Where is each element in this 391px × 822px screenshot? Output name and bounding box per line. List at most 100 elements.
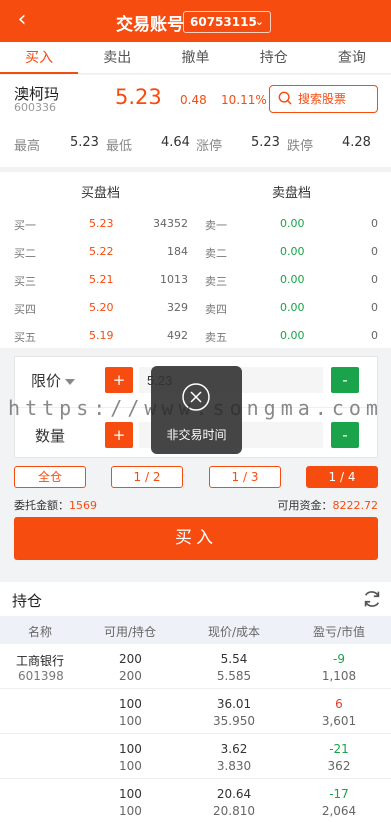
holding-available: 100 xyxy=(119,787,142,801)
tab-query[interactable]: 查询 xyxy=(313,42,391,73)
available-funds: 可用资金：8222.72 xyxy=(278,497,379,513)
holding-code: 601398 xyxy=(18,669,64,683)
holding-row[interactable]: 100 100 20.64 20.810 -17 2,064 xyxy=(0,779,391,822)
amount-row: 委托金额：1569 可用资金：8222.72 xyxy=(14,497,378,513)
buy-level-label: 买二 xyxy=(14,247,36,260)
buy-level-label: 买五 xyxy=(14,331,36,344)
price-minus-button[interactable]: - xyxy=(331,367,359,393)
sell-level-label: 卖五 xyxy=(205,331,227,344)
price-type-label: 限价 xyxy=(31,372,62,390)
buy-volume: 492 xyxy=(167,329,188,342)
holding-value: 362 xyxy=(327,759,351,773)
back-chevron-icon[interactable]: ‹ xyxy=(10,8,34,32)
buy-volume: 34352 xyxy=(153,217,188,230)
holding-cost: 5.585 xyxy=(216,669,252,683)
ratio-half-button[interactable]: 1 / 2 xyxy=(111,466,183,488)
page-title: 交易账号 xyxy=(116,15,184,35)
holding-cost: 20.810 xyxy=(213,804,255,818)
order-book-row[interactable]: 买四 5.20 329 卖四 0.00 0 xyxy=(0,301,391,321)
tab-positions[interactable]: 持仓 xyxy=(235,42,313,73)
buy-volume: 1013 xyxy=(160,273,188,286)
buy-submit-button[interactable]: 买入 xyxy=(14,517,378,560)
ratio-full-button[interactable]: 全仓 xyxy=(14,466,86,488)
ratio-quarter-button[interactable]: 1 / 4 xyxy=(306,466,378,488)
tab-sell[interactable]: 卖出 xyxy=(78,42,156,73)
search-icon xyxy=(278,91,292,105)
sell-price: 0.00 xyxy=(280,245,305,258)
tab-cancel[interactable]: 撤单 xyxy=(156,42,234,73)
buy-level-label: 买一 xyxy=(14,219,36,232)
holding-pnl: -21 xyxy=(329,742,349,756)
holding-name: 工商银行 xyxy=(16,654,65,668)
quantity-label: 数量 xyxy=(35,427,66,445)
order-book: 买盘档 卖盘档 买一 5.23 34352 卖一 0.00 0 买二 5.22 … xyxy=(0,172,391,348)
quantity-plus-button[interactable]: + xyxy=(105,422,133,448)
sell-volume: 0 xyxy=(371,301,378,314)
price-plus-button[interactable]: + xyxy=(105,367,133,393)
buy-price: 5.21 xyxy=(89,273,114,286)
sell-level-label: 卖二 xyxy=(205,247,227,260)
holdings-title: 持仓 xyxy=(12,592,43,610)
toast-message: 非交易时间 xyxy=(166,428,227,442)
col-name: 名称 xyxy=(28,625,53,639)
order-book-row[interactable]: 买三 5.21 1013 卖三 0.00 0 xyxy=(0,273,391,293)
holding-cost: 35.950 xyxy=(213,714,255,728)
holdings-header: 持仓 xyxy=(0,582,391,616)
holdings-list: 工商银行 601398 200 200 5.54 5.585 -9 1,108 … xyxy=(0,644,391,822)
holding-row[interactable]: 100 100 36.01 35.950 6 3,601 xyxy=(0,689,391,734)
trading-app: ‹ 交易账号 60753115 ⌄ 买入 卖出 撤单 持仓 查询 澳柯玛 600… xyxy=(0,0,391,822)
col-pnl-value: 盈亏/市值 xyxy=(313,625,366,639)
holding-available: 100 xyxy=(119,742,142,756)
caret-down-icon xyxy=(65,378,76,385)
account-select[interactable]: 60753115 ⌄ xyxy=(183,11,271,33)
sell-price: 0.00 xyxy=(280,273,305,286)
buy-price: 5.20 xyxy=(89,301,114,314)
stock-price: 5.23 xyxy=(115,85,162,109)
holding-available: 100 xyxy=(119,697,142,711)
order-book-row[interactable]: 买二 5.22 184 卖二 0.00 0 xyxy=(0,245,391,265)
entrust-amount-label: 委托金额： xyxy=(14,499,69,512)
holding-held: 200 xyxy=(119,669,142,683)
quantity-minus-button[interactable]: - xyxy=(331,422,359,448)
holding-price: 3.62 xyxy=(220,742,248,756)
limit-down-label: 跌停 xyxy=(287,139,314,154)
sell-volume: 0 xyxy=(371,245,378,258)
order-book-row[interactable]: 买一 5.23 34352 卖一 0.00 0 xyxy=(0,217,391,237)
holding-price: 20.64 xyxy=(216,787,252,801)
holding-value: 2,064 xyxy=(321,804,357,818)
refresh-icon[interactable] xyxy=(361,588,383,610)
holding-cost: 3.830 xyxy=(216,759,252,773)
holding-pnl: 6 xyxy=(335,697,343,711)
sell-level-label: 卖四 xyxy=(205,303,227,316)
buy-price: 5.22 xyxy=(89,245,114,258)
chevron-down-icon: ⌄ xyxy=(254,15,264,28)
sell-level-label: 卖三 xyxy=(205,275,227,288)
buy-volume: 329 xyxy=(167,301,188,314)
search-stock-button[interactable]: 搜索股票 xyxy=(269,85,378,113)
holdings-table-header: 名称 可用/持仓 现价/成本 盈亏/市值 xyxy=(0,616,391,644)
stock-info-panel: 澳柯玛 600336 5.23 0.48 10.11% 搜索股票 最高 5.23… xyxy=(0,75,391,167)
order-book-row[interactable]: 买五 5.19 492 卖五 0.00 0 xyxy=(0,329,391,349)
ratio-third-button[interactable]: 1 / 3 xyxy=(209,466,281,488)
holding-row[interactable]: 100 100 3.62 3.830 -21 362 xyxy=(0,734,391,779)
col-price-cost: 现价/成本 xyxy=(208,625,261,639)
holding-held: 100 xyxy=(119,714,142,728)
entrust-amount-value: 1569 xyxy=(69,499,97,512)
holding-price: 5.54 xyxy=(220,652,248,666)
tab-buy[interactable]: 买入 xyxy=(0,42,79,74)
low-label: 最低 xyxy=(106,139,133,154)
buy-volume: 184 xyxy=(167,245,188,258)
limit-up-value: 5.23 xyxy=(251,135,280,150)
buy-book-title: 买盘档 xyxy=(81,186,121,201)
sell-volume: 0 xyxy=(371,217,378,230)
sell-volume: 0 xyxy=(371,329,378,342)
low-value: 4.64 xyxy=(161,135,190,150)
price-type-select[interactable]: 限价 xyxy=(31,370,76,391)
account-number: 60753115 xyxy=(190,15,257,29)
sell-level-label: 卖一 xyxy=(205,219,227,232)
available-funds-value: 8222.72 xyxy=(332,499,379,512)
holding-value: 1,108 xyxy=(321,669,357,683)
holding-row[interactable]: 工商银行 601398 200 200 5.54 5.585 -9 1,108 xyxy=(0,644,391,689)
holding-pnl: -9 xyxy=(333,652,345,666)
price-stats-row: 最高 5.23 最低 4.64 涨停 5.23 跌停 4.28 xyxy=(0,135,391,155)
